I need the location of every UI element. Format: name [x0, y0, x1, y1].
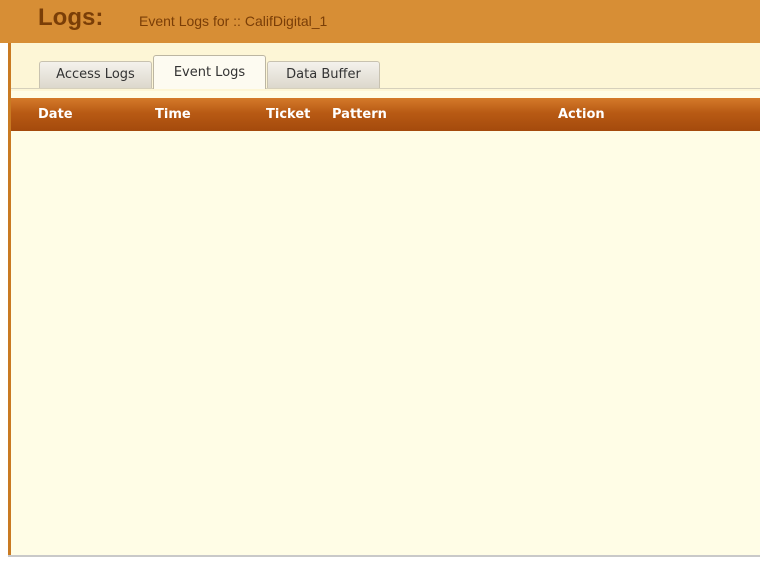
column-header-pattern[interactable]: Pattern: [332, 98, 387, 131]
page-subtitle: Event Logs for :: CalifDigital_1: [139, 13, 328, 29]
table-header: Date Time Ticket Pattern Action: [11, 98, 760, 131]
column-header-action[interactable]: Action: [558, 98, 605, 131]
column-header-date[interactable]: Date: [38, 98, 73, 131]
logs-panel: Access Logs Data Buffer Event Logs Date …: [8, 43, 760, 555]
panel-bottom-border: [8, 555, 760, 557]
tab-divider: [11, 88, 760, 89]
page-header: Logs: Event Logs for :: CalifDigital_1: [0, 0, 760, 43]
table-body: [11, 131, 760, 555]
page-title: Logs:: [38, 4, 104, 31]
tab-event-logs[interactable]: Event Logs: [153, 55, 266, 89]
column-header-ticket[interactable]: Ticket: [266, 98, 310, 131]
tab-data-buffer[interactable]: Data Buffer: [267, 61, 380, 88]
column-header-time[interactable]: Time: [155, 98, 191, 131]
tab-access-logs[interactable]: Access Logs: [39, 61, 152, 88]
tab-bar: Access Logs Data Buffer Event Logs: [11, 43, 760, 91]
logs-window: Logs: Event Logs for :: CalifDigital_1 A…: [0, 0, 760, 561]
